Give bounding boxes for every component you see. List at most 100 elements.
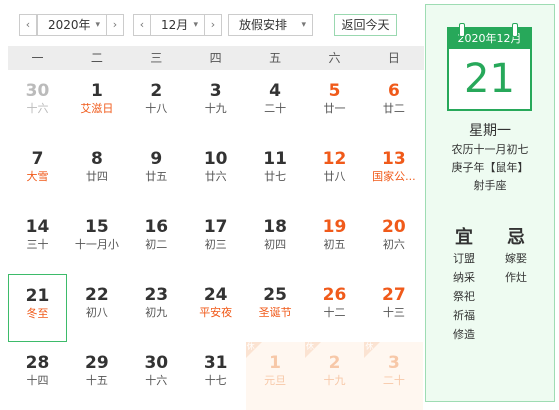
day-cell-selected[interactable]: 21 冬至 [8, 274, 67, 342]
day-cell[interactable]: 16 初二 [127, 206, 186, 274]
day-cell[interactable]: 12 廿八 [305, 138, 364, 206]
lunar-label: 艾滋日 [80, 102, 114, 115]
day-cell[interactable]: 30 十六 [8, 70, 67, 138]
weekday-label: 三 [150, 51, 163, 65]
day-cell[interactable]: 29 十五 [67, 342, 126, 410]
day-cell[interactable]: 14 三十 [8, 206, 67, 274]
day-cell[interactable]: 2 十八 [127, 70, 186, 138]
day-number: 26 [322, 285, 347, 305]
day-cell[interactable]: 5 廿一 [305, 70, 364, 138]
day-number: 10 [203, 149, 228, 169]
day-cell[interactable]: 13 国家公... [364, 138, 423, 206]
day-detail-panel: 2020年12月 21 星期一 农历十一月初七 庚子年【鼠年】 射手座 宜 订盟… [425, 4, 555, 402]
day-cell[interactable]: 休 3 二十 [364, 342, 424, 410]
date-card-day: 21 [464, 56, 515, 102]
lunar-label: 初二 [145, 238, 168, 251]
day-cell[interactable]: 31 十七 [186, 342, 245, 410]
ji-title: 忌 [507, 227, 525, 248]
yi-column: 宜 订盟 纳采 祭祀 祈福 修造 [434, 227, 494, 344]
day-cell[interactable]: 24 平安夜 [186, 274, 245, 342]
next-year-button[interactable]: › [106, 14, 124, 36]
day-cell[interactable]: 4 二十 [246, 70, 305, 138]
day-number: 3 [209, 81, 222, 101]
lunar-label: 廿八 [323, 170, 346, 183]
holiday-badge: 休 [364, 342, 381, 358]
yi-title: 宜 [455, 227, 473, 248]
yi-item: 纳采 [453, 271, 475, 284]
year-select[interactable]: 2020年 ▾ [37, 14, 107, 36]
lunar-label: 廿七 [264, 170, 287, 183]
day-number: 18 [263, 217, 287, 237]
prev-year-button[interactable]: ‹ [19, 14, 37, 36]
ji-column: 忌 嫁娶 作灶 [486, 227, 546, 287]
lunar-label: 十九 [323, 374, 346, 387]
day-number: 4 [269, 81, 282, 101]
day-number: 8 [90, 149, 103, 169]
lunar-label: 十三 [382, 306, 405, 319]
day-cell[interactable]: 23 初九 [127, 274, 186, 342]
holiday-badge-label: 休 [246, 342, 255, 351]
day-number: 1 [90, 81, 103, 101]
chevron-down-icon: ▾ [301, 20, 306, 30]
day-cell[interactable]: 27 十三 [364, 274, 423, 342]
lunar-label: 十八 [145, 102, 168, 115]
day-number: 25 [263, 285, 287, 305]
day-number: 17 [203, 217, 228, 237]
day-cell[interactable]: 26 十二 [305, 274, 364, 342]
day-cell[interactable]: 11 廿七 [246, 138, 305, 206]
back-to-today-button[interactable]: 返回今天 [334, 14, 397, 36]
day-cell[interactable]: 1 艾滋日 [67, 70, 126, 138]
day-number: 9 [150, 149, 163, 169]
weekday-label: 二 [90, 51, 103, 65]
day-cell[interactable]: 9 廿五 [127, 138, 186, 206]
day-number: 21 [25, 286, 50, 306]
day-number: 13 [382, 149, 406, 169]
lunar-label: 初五 [323, 238, 346, 251]
day-cell[interactable]: 22 初八 [67, 274, 126, 342]
day-cell[interactable]: 休 2 十九 [305, 342, 364, 410]
lunar-label: 国家公... [372, 170, 416, 183]
lunar-label: 大雪 [26, 170, 49, 183]
ji-item: 嫁娶 [505, 252, 527, 265]
lunar-label: 十一月小 [74, 238, 119, 251]
lunar-label: 三十 [26, 238, 49, 251]
day-cell[interactable]: 30 十六 [127, 342, 186, 410]
chevron-down-icon: ▾ [95, 20, 100, 30]
day-cell[interactable]: 28 十四 [8, 342, 67, 410]
lunar-date: 农历十一月初七 [451, 143, 529, 156]
chevron-down-icon: ▾ [193, 20, 198, 30]
day-number: 2 [150, 81, 163, 101]
day-number: 11 [263, 149, 287, 169]
day-number: 22 [85, 285, 109, 305]
day-cell[interactable]: 10 廿六 [186, 138, 245, 206]
day-cell[interactable]: 17 初三 [186, 206, 245, 274]
holiday-select-value: 放假安排 [239, 18, 288, 32]
lunar-label: 二十 [382, 374, 405, 387]
holiday-select[interactable]: 放假安排 ▾ [228, 14, 313, 36]
weekday-header: 一二三四五六日 [8, 46, 424, 70]
lunar-label: 初六 [382, 238, 405, 251]
day-cell[interactable]: 8 廿四 [67, 138, 126, 206]
weekday-label: 六 [328, 51, 341, 65]
day-cell[interactable]: 20 初六 [364, 206, 423, 274]
day-cell[interactable]: 3 十九 [186, 70, 245, 138]
day-cell[interactable]: 6 廿二 [364, 70, 423, 138]
lunar-label: 廿二 [382, 102, 405, 115]
day-cell[interactable]: 7 大雪 [8, 138, 67, 206]
day-cell[interactable]: 25 圣诞节 [246, 274, 305, 342]
day-cell[interactable]: 19 初五 [305, 206, 364, 274]
day-cell[interactable]: 15 十一月小 [67, 206, 126, 274]
lunar-label: 廿五 [145, 170, 168, 183]
prev-month-button[interactable]: ‹ [133, 14, 151, 36]
lunar-label: 初八 [85, 306, 108, 319]
day-cell[interactable]: 18 初四 [246, 206, 305, 274]
day-number: 24 [203, 285, 228, 305]
year-select-value: 2020年 [48, 18, 91, 32]
day-cell[interactable]: 休 1 元旦 [245, 342, 305, 410]
next-month-button[interactable]: › [204, 14, 222, 36]
lunar-label: 十九 [204, 102, 227, 115]
lunar-label: 二十 [264, 102, 287, 115]
lunar-label: 十六 [26, 102, 49, 115]
lunar-label: 廿一 [323, 102, 346, 115]
month-select[interactable]: 12月 ▾ [150, 14, 205, 36]
